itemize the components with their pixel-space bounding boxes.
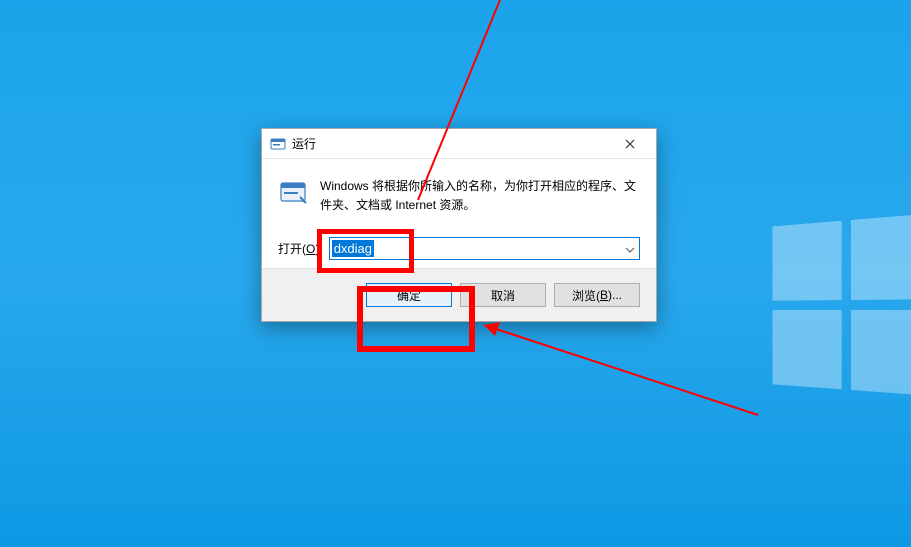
run-icon (278, 177, 310, 209)
dialog-body: Windows 将根据你所输入的名称，为你打开相应的程序、文件夹、文档或 Int… (262, 159, 656, 268)
cancel-button[interactable]: 取消 (460, 283, 546, 307)
dialog-title: 运行 (292, 135, 607, 152)
titlebar[interactable]: 运行 (262, 129, 656, 159)
open-label: 打开(O): (278, 240, 323, 257)
browse-button[interactable]: 浏览(B)... (554, 283, 640, 307)
open-input[interactable]: dxdiag (329, 237, 640, 260)
chevron-down-icon (625, 242, 635, 256)
ok-button[interactable]: 确定 (366, 283, 452, 307)
run-titlebar-icon (270, 136, 286, 152)
windows-logo (772, 212, 911, 407)
close-button[interactable] (607, 130, 652, 158)
button-bar: 确定 取消 浏览(B)... (262, 268, 656, 321)
close-icon (625, 139, 635, 149)
dialog-description: Windows 将根据你所输入的名称，为你打开相应的程序、文件夹、文档或 Int… (320, 177, 640, 215)
open-input-value: dxdiag (332, 240, 374, 257)
run-dialog: 运行 Windows 将根据你所输入的名称，为你打开相应的程序、文件夹、文档或 … (261, 128, 657, 322)
